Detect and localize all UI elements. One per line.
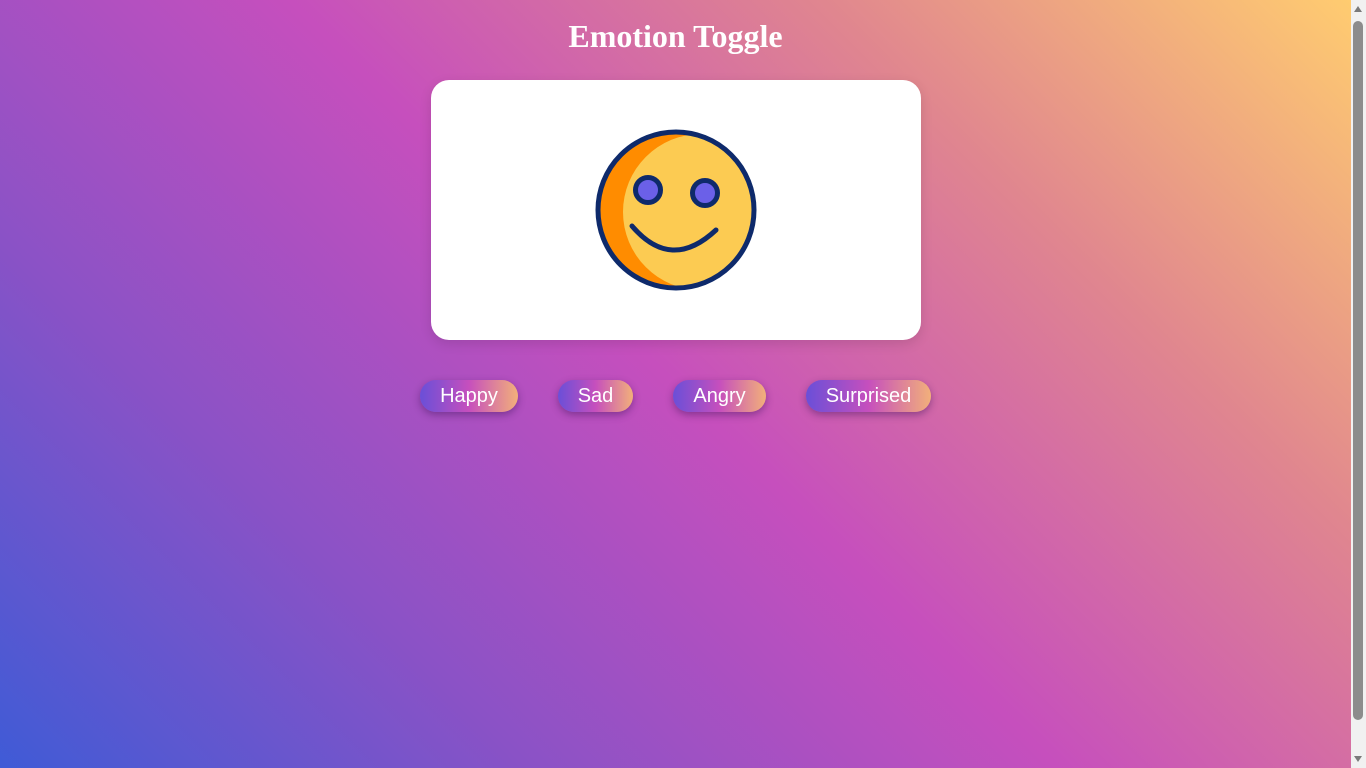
page-background: Emotion Toggle Happy Sad Angry Surprised (0, 0, 1351, 768)
angry-button[interactable]: Angry (673, 380, 766, 412)
left-eye (633, 175, 663, 205)
page-title: Emotion Toggle (568, 18, 783, 54)
scroll-down-arrow-icon[interactable] (1354, 756, 1362, 762)
surprised-button[interactable]: Surprised (806, 380, 931, 412)
scroll-up-arrow-icon[interactable] (1354, 6, 1362, 12)
happy-button[interactable]: Happy (420, 380, 518, 412)
sad-button[interactable]: Sad (558, 380, 633, 412)
emotion-display-card (431, 80, 921, 340)
scrollbar-thumb[interactable] (1353, 21, 1363, 720)
right-eye (690, 178, 720, 208)
vertical-scrollbar[interactable] (1351, 0, 1366, 768)
happy-face-icon (595, 129, 757, 291)
